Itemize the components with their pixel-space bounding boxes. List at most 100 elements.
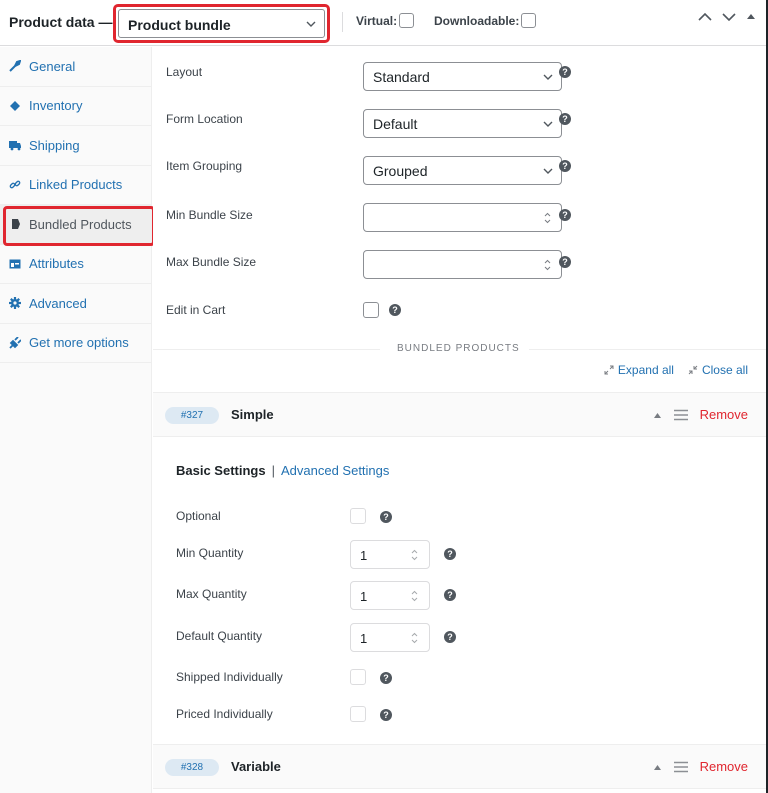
default-quantity-label: Default Quantity xyxy=(176,629,263,643)
help-icon[interactable]: ? xyxy=(559,113,571,125)
bundled-item-actions: Remove xyxy=(653,407,748,422)
edit-in-cart-label: Edit in Cart xyxy=(166,303,226,317)
virtual-toggle[interactable]: Virtual: xyxy=(356,13,415,28)
remove-bundled-item-button[interactable]: Remove xyxy=(700,407,748,422)
tag-icon xyxy=(9,100,21,112)
product-type-value: Product bundle xyxy=(128,17,231,33)
move-down-icon[interactable] xyxy=(722,12,736,22)
bundled-item-header[interactable]: #328 Variable Remove xyxy=(153,744,766,789)
max-bundle-size-label: Max Bundle Size xyxy=(166,255,257,269)
expand-close-links: Expand all Close all xyxy=(604,363,748,377)
downloadable-checkbox[interactable] xyxy=(521,13,537,28)
drag-handle-icon[interactable] xyxy=(673,409,688,421)
tab-advanced-settings[interactable]: Advanced Settings xyxy=(281,463,389,478)
bundled-item-title: Simple xyxy=(231,407,274,422)
spinner-icon[interactable] xyxy=(544,212,551,224)
collapse-panel-icon[interactable] xyxy=(746,12,756,22)
gear-icon xyxy=(9,297,21,310)
virtual-checkbox[interactable] xyxy=(399,13,415,28)
sidebar-item-label: General xyxy=(29,58,76,74)
optional-checkbox[interactable] xyxy=(350,508,366,524)
expand-all-link[interactable]: Expand all xyxy=(604,363,674,377)
bundled-products-divider: BUNDLED PRODUCTS xyxy=(153,343,766,354)
default-quantity-input[interactable]: 1 xyxy=(350,623,430,652)
plugin-icon xyxy=(9,336,21,349)
bundled-products-panel: Layout Standard ? Form Location Default … xyxy=(153,47,766,793)
divider-line xyxy=(153,349,380,350)
help-icon[interactable]: ? xyxy=(380,511,392,523)
tab-basic-settings[interactable]: Basic Settings xyxy=(176,463,266,478)
sidebar-item-attributes[interactable]: Attributes xyxy=(0,245,151,284)
bundled-item-header[interactable]: #327 Simple Remove xyxy=(153,392,766,437)
drag-handle-icon[interactable] xyxy=(673,761,688,773)
bundle-icon xyxy=(9,218,21,230)
layout-label: Layout xyxy=(166,65,203,79)
sidebar-item-label: Advanced xyxy=(29,295,87,311)
spinner-icon[interactable] xyxy=(411,632,418,644)
bundled-item-id-badge: #328 xyxy=(165,759,219,776)
chevron-down-icon xyxy=(543,121,553,127)
expand-icon xyxy=(604,365,614,375)
priced-individually-checkbox[interactable] xyxy=(350,706,366,722)
chevron-down-icon xyxy=(543,74,553,80)
chevron-down-icon xyxy=(306,21,316,27)
max-quantity-label: Max Quantity xyxy=(176,587,247,601)
help-icon[interactable]: ? xyxy=(380,709,392,721)
bundled-item-settings-tabs: Basic Settings | Advanced Settings xyxy=(176,463,389,478)
min-quantity-input[interactable]: 1 xyxy=(350,540,430,569)
close-all-link[interactable]: Close all xyxy=(688,363,748,377)
max-quantity-input[interactable]: 1 xyxy=(350,581,430,610)
truck-icon xyxy=(9,139,21,151)
sidebar-item-advanced[interactable]: Advanced xyxy=(0,284,151,324)
help-icon[interactable]: ? xyxy=(444,631,456,643)
help-icon[interactable]: ? xyxy=(389,304,401,316)
product-type-highlight: Product bundle xyxy=(113,4,330,43)
max-bundle-size-input[interactable] xyxy=(363,250,562,279)
edit-in-cart-checkbox[interactable] xyxy=(363,302,379,318)
table-icon xyxy=(9,258,21,270)
item-grouping-label: Item Grouping xyxy=(166,159,243,173)
spinner-icon[interactable] xyxy=(544,259,551,271)
help-icon[interactable]: ? xyxy=(559,66,571,78)
layout-value: Standard xyxy=(373,69,430,85)
layout-select[interactable]: Standard xyxy=(363,62,562,91)
collapse-item-icon[interactable] xyxy=(653,411,662,419)
help-icon[interactable]: ? xyxy=(444,548,456,560)
link-icon xyxy=(9,179,21,191)
tab-separator: | xyxy=(271,463,275,478)
product-type-select[interactable]: Product bundle xyxy=(118,9,325,38)
chevron-down-icon xyxy=(543,168,553,174)
bundled-item-title: Variable xyxy=(231,759,281,774)
sidebar-item-inventory[interactable]: Inventory xyxy=(0,87,151,126)
sidebar-item-linked-products[interactable]: Linked Products xyxy=(0,166,151,205)
sidebar-item-get-more-options[interactable]: Get more options xyxy=(0,324,151,363)
move-up-icon[interactable] xyxy=(698,12,712,22)
collapse-icon xyxy=(688,365,698,375)
virtual-label: Virtual: xyxy=(356,13,398,28)
wrench-icon xyxy=(9,60,21,72)
help-icon[interactable]: ? xyxy=(380,672,392,684)
help-icon[interactable]: ? xyxy=(559,256,571,268)
help-icon[interactable]: ? xyxy=(559,209,571,221)
form-location-value: Default xyxy=(373,116,418,132)
help-icon[interactable]: ? xyxy=(444,589,456,601)
collapse-item-icon[interactable] xyxy=(653,763,662,771)
sidebar-item-bundled-products[interactable]: Bundled Products xyxy=(0,205,155,246)
bundled-item-id-badge: #327 xyxy=(165,407,219,424)
form-location-select[interactable]: Default xyxy=(363,109,562,138)
item-grouping-select[interactable]: Grouped xyxy=(363,156,562,185)
header-separator xyxy=(342,12,343,32)
spinner-icon[interactable] xyxy=(411,549,418,561)
min-bundle-size-label: Min Bundle Size xyxy=(166,208,253,222)
bundled-products-heading: BUNDLED PRODUCTS xyxy=(397,343,520,354)
remove-bundled-item-button[interactable]: Remove xyxy=(700,759,748,774)
downloadable-toggle[interactable]: Downloadable: xyxy=(434,13,537,28)
help-icon[interactable]: ? xyxy=(559,160,571,172)
min-bundle-size-input[interactable] xyxy=(363,203,562,232)
spinner-icon[interactable] xyxy=(411,590,418,602)
form-location-label: Form Location xyxy=(166,112,243,126)
sidebar-item-shipping[interactable]: Shipping xyxy=(0,126,151,166)
sidebar-item-label: Get more options xyxy=(29,335,129,351)
sidebar-item-general[interactable]: General xyxy=(0,47,151,87)
shipped-individually-checkbox[interactable] xyxy=(350,669,366,685)
